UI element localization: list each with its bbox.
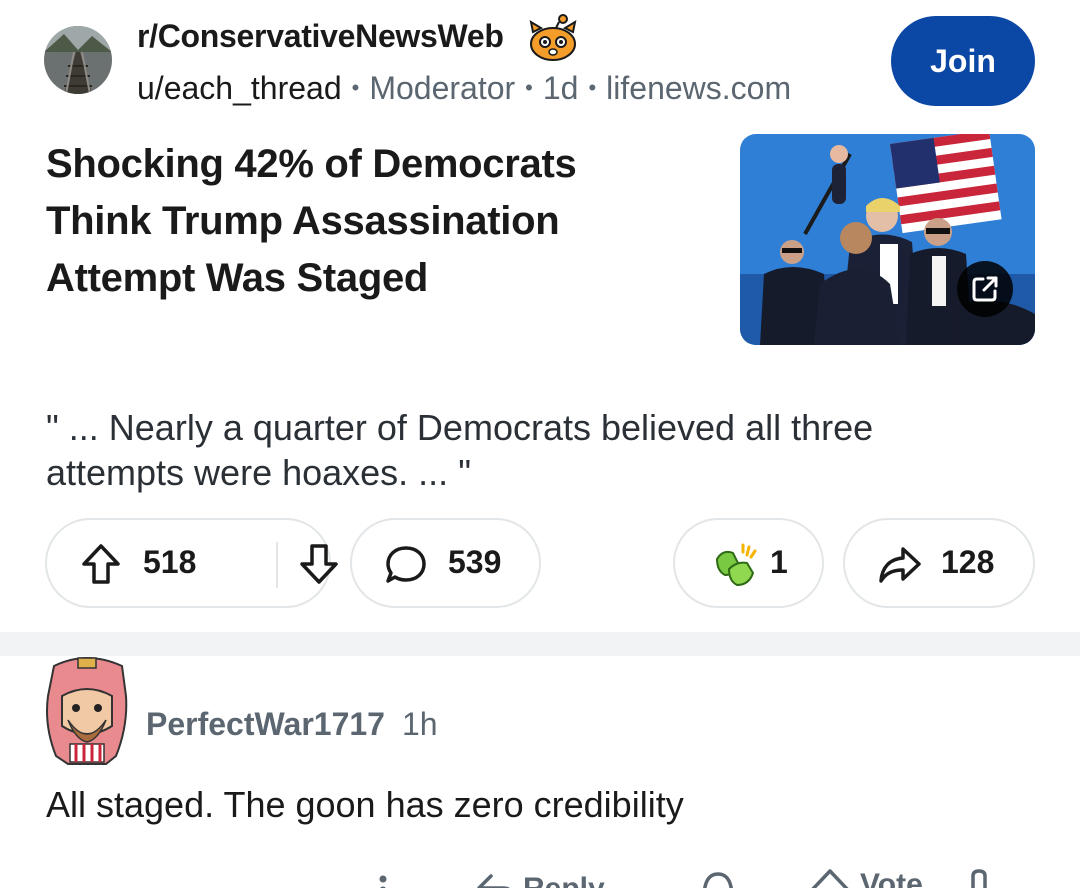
- mascot-icon: [525, 14, 581, 64]
- join-button[interactable]: Join: [891, 16, 1035, 106]
- author-link[interactable]: u/each_thread: [137, 70, 342, 106]
- reply-label: Reply: [523, 872, 605, 888]
- vote-control: 518: [45, 518, 338, 608]
- arrow-up-icon[interactable]: [81, 542, 121, 591]
- comment-item: PerfectWar1717 1h All staged. The goon h…: [0, 656, 1080, 888]
- post-title[interactable]: Shocking 42% of Democrats Think Trump As…: [46, 136, 686, 307]
- share-arrow-icon: [877, 543, 923, 592]
- speech-bubble-icon: [384, 543, 428, 592]
- community-avatar[interactable]: [44, 26, 112, 94]
- comment-time: 1h: [402, 706, 438, 742]
- source-domain[interactable]: lifenews.com: [606, 70, 791, 106]
- share-count: 128: [941, 544, 995, 580]
- more-vertical-icon[interactable]: [376, 874, 390, 888]
- upvote-count: 518: [143, 544, 197, 580]
- comment-vote-button[interactable]: Vote: [808, 868, 923, 888]
- award-hands-icon: [709, 539, 761, 596]
- comments-button[interactable]: 539: [350, 518, 541, 608]
- comment-award-icon[interactable]: [700, 870, 736, 888]
- comment-action-bar: Reply Vote: [0, 856, 1080, 888]
- vote-label: Vote: [860, 868, 923, 888]
- comment-text: All staged. The goon has zero credibilit…: [46, 784, 684, 825]
- link-thumbnail[interactable]: [740, 134, 1035, 345]
- post-age: 1d: [542, 70, 579, 106]
- commenter-avatar[interactable]: [42, 656, 132, 768]
- external-link-icon[interactable]: [957, 261, 1013, 317]
- award-count: 1: [770, 544, 788, 580]
- comment-count: 539: [448, 544, 502, 580]
- post-card[interactable]: r/ConservativeNewsWeb u/each_thread • Mode…: [0, 0, 1080, 632]
- award-button[interactable]: 1: [673, 518, 824, 608]
- share-button[interactable]: 128: [843, 518, 1035, 608]
- comment-downvote-icon[interactable]: [964, 868, 994, 888]
- section-divider: [0, 632, 1080, 656]
- vote-separator: [276, 542, 278, 588]
- reply-button[interactable]: Reply: [475, 872, 605, 888]
- post-body-text: " ... Nearly a quarter of Democrats beli…: [46, 407, 874, 493]
- community-name[interactable]: r/ConservativeNewsWeb: [137, 18, 504, 55]
- author-role: Moderator: [369, 70, 516, 106]
- comment-author[interactable]: PerfectWar1717: [146, 706, 385, 743]
- post-action-bar: 518 539 1 128: [0, 518, 1080, 608]
- post-meta: u/each_thread • Moderator • 1d • lifenews.com: [137, 70, 792, 106]
- arrow-down-icon[interactable]: [299, 542, 339, 591]
